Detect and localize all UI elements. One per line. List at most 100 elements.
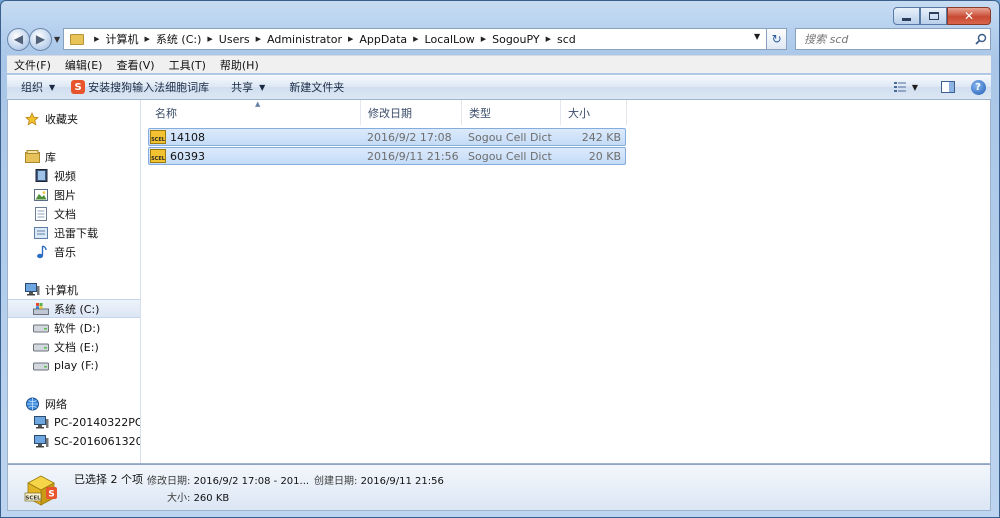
chevron-right-icon[interactable]: ▶ xyxy=(546,35,551,43)
selection-count: 已选择 2 个项 xyxy=(74,473,143,486)
breadcrumb-computer[interactable]: 计算机 xyxy=(106,31,139,47)
nav-network-pc-1[interactable]: PC-20140322POKS xyxy=(8,413,140,432)
command-bar: 组织 ▼ S 安装搜狗输入法细胞词库 共享 ▼ 新建文件夹 ▼ ? xyxy=(7,74,991,100)
menu-help[interactable]: 帮助(H) xyxy=(213,57,266,73)
nav-library-videos[interactable]: 视频 xyxy=(8,166,140,185)
close-icon: ✕ xyxy=(963,9,975,23)
computer-icon xyxy=(24,283,40,297)
library-icon xyxy=(24,150,40,164)
scel-large-label: SCEL xyxy=(25,496,41,502)
nav-drive-f[interactable]: play (F:) xyxy=(8,356,140,375)
column-name[interactable]: 名称 xyxy=(141,100,361,125)
install-dict-label: 安装搜狗输入法细胞词库 xyxy=(88,81,210,94)
new-folder-button[interactable]: 新建文件夹 xyxy=(273,75,352,99)
chevron-right-icon[interactable]: ▶ xyxy=(348,35,353,43)
nav-drive-d-label: 软件 (D:) xyxy=(54,321,101,335)
install-dict-button[interactable]: S 安装搜狗输入法细胞词库 xyxy=(63,75,217,99)
nav-thunder-label: 迅雷下载 xyxy=(54,226,98,240)
address-row: ◀ ▶ ▼ ▶ 计算机 ▶ 系统 (C:) ▶ Users ▶ Administ… xyxy=(7,25,991,53)
column-size[interactable]: 大小 xyxy=(561,100,627,125)
breadcrumb-administrator[interactable]: Administrator xyxy=(267,33,342,46)
details-created-value: 2016/9/11 21:56 xyxy=(360,476,444,487)
forward-button[interactable]: ▶ xyxy=(29,27,52,51)
nav-library-thunder-downloads[interactable]: 迅雷下载 xyxy=(8,223,140,242)
preview-pane-button[interactable] xyxy=(935,75,961,99)
breadcrumb-users[interactable]: Users xyxy=(219,33,250,46)
nav-videos-label: 视频 xyxy=(54,169,76,183)
breadcrumb-c-drive[interactable]: 系统 (C:) xyxy=(156,31,201,47)
file-name: 60393 xyxy=(170,149,205,163)
column-type[interactable]: 类型 xyxy=(462,100,561,125)
address-dropdown-icon[interactable]: ▼ xyxy=(754,32,760,41)
nav-library-music[interactable]: 音乐 xyxy=(8,242,140,261)
breadcrumb-sogoupy[interactable]: SogouPY xyxy=(492,33,540,46)
preview-pane-icon xyxy=(941,81,955,93)
nav-library-pictures[interactable]: 图片 xyxy=(8,185,140,204)
nav-network-pc-1-label: PC-20140322POKS xyxy=(54,416,140,429)
nav-favorites[interactable]: 收藏夹 xyxy=(8,109,140,128)
nav-drive-d[interactable]: 软件 (D:) xyxy=(8,318,140,337)
refresh-button[interactable]: ↻ xyxy=(767,28,788,50)
search-box[interactable] xyxy=(795,28,991,50)
view-controls: ▼ ? xyxy=(887,75,991,99)
share-label: 共享 xyxy=(231,81,254,94)
menu-view[interactable]: 查看(V) xyxy=(109,57,161,73)
music-note-icon xyxy=(33,244,49,259)
file-row[interactable]: SCEL 60393 2016/9/11 21:56 Sogou Cell Di… xyxy=(148,147,626,165)
nav-library-label: 库 xyxy=(45,150,56,164)
address-bar[interactable]: ▶ 计算机 ▶ 系统 (C:) ▶ Users ▶ Administrator … xyxy=(63,28,768,50)
maximize-button[interactable] xyxy=(920,7,947,25)
chevron-right-icon[interactable]: ▶ xyxy=(481,35,486,43)
menu-edit[interactable]: 编辑(E) xyxy=(58,57,110,73)
view-list-icon xyxy=(893,82,906,92)
details-modified-label: 修改日期: xyxy=(147,476,191,487)
details-created: 创建日期: 2016/9/11 21:56 xyxy=(314,472,444,487)
column-modified-label: 修改日期 xyxy=(368,106,412,120)
search-icon[interactable] xyxy=(972,29,990,49)
nav-music-label: 音乐 xyxy=(54,245,76,259)
sort-ascending-icon: ▲ xyxy=(255,100,261,108)
nav-computer[interactable]: 计算机 xyxy=(8,280,140,299)
column-modified[interactable]: 修改日期 xyxy=(361,100,462,125)
file-size: 242 KB xyxy=(581,130,621,144)
nav-drive-c[interactable]: 系统 (C:) xyxy=(8,299,140,318)
minimize-button[interactable] xyxy=(893,7,920,25)
chevron-right-icon[interactable]: ▶ xyxy=(207,35,212,43)
nav-drive-e[interactable]: 文档 (E:) xyxy=(8,337,140,356)
new-folder-label: 新建文件夹 xyxy=(289,81,345,94)
sogou-large-letter: S xyxy=(48,490,54,500)
menu-file[interactable]: 文件(F) xyxy=(7,57,58,73)
recent-pages-dropdown-icon[interactable]: ▼ xyxy=(54,35,60,44)
breadcrumb-locallow[interactable]: LocalLow xyxy=(425,33,475,46)
hard-drive-icon xyxy=(33,340,49,354)
nav-library-documents[interactable]: 文档 xyxy=(8,204,140,223)
nav-network-pc-2[interactable]: SC-201606132015 xyxy=(8,432,140,451)
chevron-down-icon: ▼ xyxy=(49,82,56,92)
file-row[interactable]: SCEL 14108 2016/9/2 17:08 Sogou Cell Dic… xyxy=(148,128,626,146)
nav-network-label: 网络 xyxy=(45,397,67,411)
chevron-right-icon[interactable]: ▶ xyxy=(94,35,99,43)
change-view-button[interactable]: ▼ xyxy=(887,75,925,99)
menu-tools[interactable]: 工具(T) xyxy=(162,57,213,73)
share-button[interactable]: 共享 ▼ xyxy=(217,75,273,99)
details-pane: SCEL S 已选择 2 个项 修改日期: 2016/9/2 17:08 - 2… xyxy=(7,464,991,511)
scel-file-icon: SCEL xyxy=(150,130,166,144)
nav-library[interactable]: 库 xyxy=(8,147,140,166)
close-button[interactable]: ✕ xyxy=(947,7,991,25)
maximize-icon xyxy=(928,12,939,20)
video-icon xyxy=(33,169,49,183)
search-input[interactable] xyxy=(804,32,972,46)
chevron-right-icon[interactable]: ▶ xyxy=(413,35,418,43)
system-drive-icon xyxy=(33,302,49,316)
organize-button[interactable]: 组织 ▼ xyxy=(7,75,63,99)
breadcrumb-scd[interactable]: scd xyxy=(557,33,576,46)
back-button[interactable]: ◀ xyxy=(7,27,30,51)
chevron-right-icon[interactable]: ▶ xyxy=(256,35,261,43)
help-button[interactable]: ? xyxy=(965,75,991,99)
nav-network[interactable]: 网络 xyxy=(8,394,140,413)
chevron-right-icon[interactable]: ▶ xyxy=(145,35,150,43)
scel-file-large-icon: SCEL S xyxy=(24,475,57,506)
sogou-icon: S xyxy=(71,80,86,94)
breadcrumb-appdata[interactable]: AppData xyxy=(359,33,407,46)
menu-bar: 文件(F) 编辑(E) 查看(V) 工具(T) 帮助(H) xyxy=(7,55,991,73)
